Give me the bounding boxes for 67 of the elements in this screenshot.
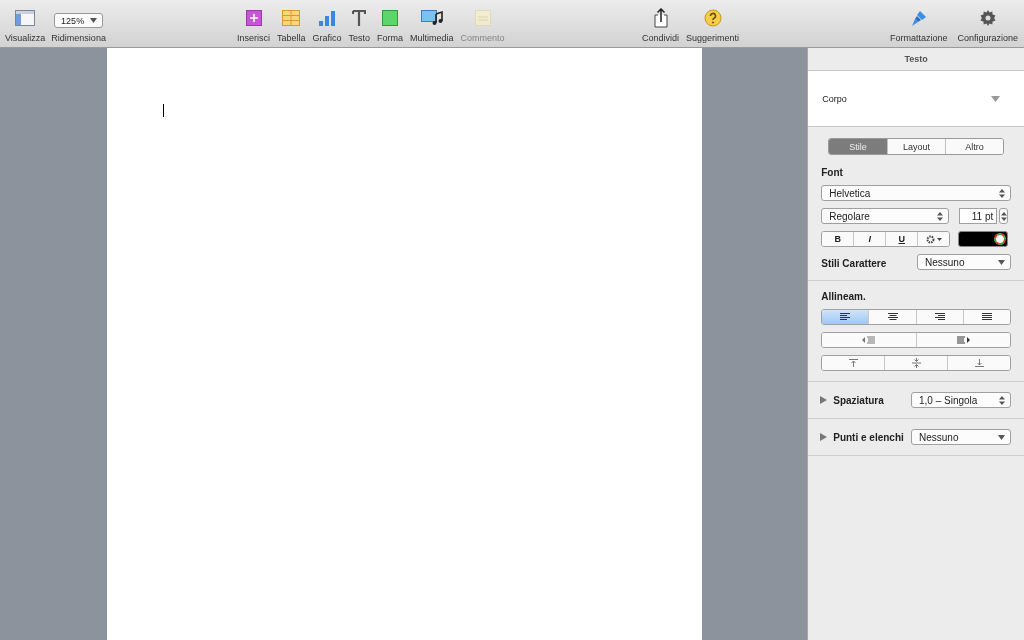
dropdown-arrow-icon xyxy=(998,434,1005,440)
stepper-arrows-icon xyxy=(937,211,944,221)
plus-square-icon xyxy=(245,10,262,26)
text-toolbar-button[interactable]: Testo xyxy=(348,8,371,43)
share-toolbar-button[interactable]: Condividi xyxy=(642,8,680,43)
brush-toolbar-button[interactable]: Formattazione xyxy=(889,8,948,43)
insert-toolbar-button[interactable]: Inserisci xyxy=(237,8,270,43)
stepper-arrows-icon xyxy=(999,188,1005,198)
bullets-popup[interactable]: Nessuno xyxy=(911,429,1011,445)
gear-caret-icon xyxy=(925,234,942,244)
zoom-popup[interactable]: 125% xyxy=(54,13,104,28)
typeface-popup[interactable]: Regolare xyxy=(821,208,950,224)
disclosure-triangle-icon[interactable] xyxy=(820,396,828,404)
view-toolbar-button[interactable]: Visualizza xyxy=(5,8,46,43)
align-left-icon xyxy=(840,313,851,321)
stepper-arrows-icon xyxy=(1000,211,1007,221)
disclosure-triangle-icon[interactable] xyxy=(820,433,828,441)
settings-icon xyxy=(979,10,996,26)
gear-toolbar-button[interactable]: Configurazione xyxy=(957,8,1018,43)
font-size-stepper[interactable] xyxy=(999,208,1009,224)
square-shape-icon xyxy=(382,10,399,26)
chart-toolbar-button[interactable]: Grafico xyxy=(312,8,342,43)
note-icon xyxy=(474,10,491,26)
section-heading: Font xyxy=(821,167,844,178)
media-toolbar-button[interactable]: Multimedia xyxy=(410,8,454,43)
align-right-icon xyxy=(934,313,945,321)
color-wheel-icon xyxy=(994,233,1007,245)
section-heading: Allineam. xyxy=(821,291,867,302)
text-options-button[interactable] xyxy=(917,232,950,246)
font-size-field[interactable]: 11 pt xyxy=(959,208,998,224)
text-color-well[interactable] xyxy=(958,231,1009,247)
indent-icon xyxy=(956,336,970,344)
align-center-icon xyxy=(887,313,898,321)
share-icon xyxy=(653,8,668,28)
align-bottom-icon xyxy=(974,359,984,367)
zoom-label: Ridimensiona xyxy=(51,33,106,43)
shape-toolbar-button[interactable]: Forma xyxy=(377,8,404,43)
question-circle-icon xyxy=(703,9,722,27)
field-label: Stili Carattere xyxy=(821,257,887,269)
align-justify-icon xyxy=(981,313,992,321)
section-label: Spaziatura xyxy=(833,394,884,406)
sidebar-tab[interactable]: Stile xyxy=(829,139,888,154)
character-style-popup[interactable]: Nessuno xyxy=(917,254,1011,270)
text-cursor xyxy=(163,104,164,117)
outdent-icon xyxy=(862,336,876,344)
sidebar-view-icon xyxy=(15,10,36,26)
dropdown-arrow-icon xyxy=(90,18,98,23)
increase-indent-button[interactable] xyxy=(915,333,1010,347)
bar-chart-icon xyxy=(318,10,337,26)
font-family-popup[interactable]: Helvetica xyxy=(821,185,1011,201)
alignment-button[interactable] xyxy=(962,310,1010,324)
stepper-arrows-icon xyxy=(999,395,1005,405)
dropdown-arrow-icon xyxy=(998,259,1005,265)
section-label: Punti e elenchi xyxy=(833,431,904,443)
spacing-popup[interactable]: 1,0 – Singola xyxy=(911,392,1011,408)
paintbrush-icon xyxy=(909,9,928,27)
align-top-icon xyxy=(848,359,858,367)
align-middle-icon xyxy=(911,358,921,368)
table-toolbar-button[interactable]: Tabella xyxy=(277,8,306,43)
table-icon xyxy=(282,10,301,26)
screen-music-note-icon xyxy=(420,10,443,26)
dropdown-arrow-icon xyxy=(991,95,1000,102)
paragraph-style-popup[interactable]: Corpo xyxy=(808,71,1024,127)
alignment-button[interactable] xyxy=(822,310,869,324)
sidebar-tab[interactable]: Altro xyxy=(945,139,1004,154)
text-t-icon xyxy=(352,10,367,26)
tips-toolbar-button[interactable]: Suggerimenti xyxy=(686,8,740,43)
